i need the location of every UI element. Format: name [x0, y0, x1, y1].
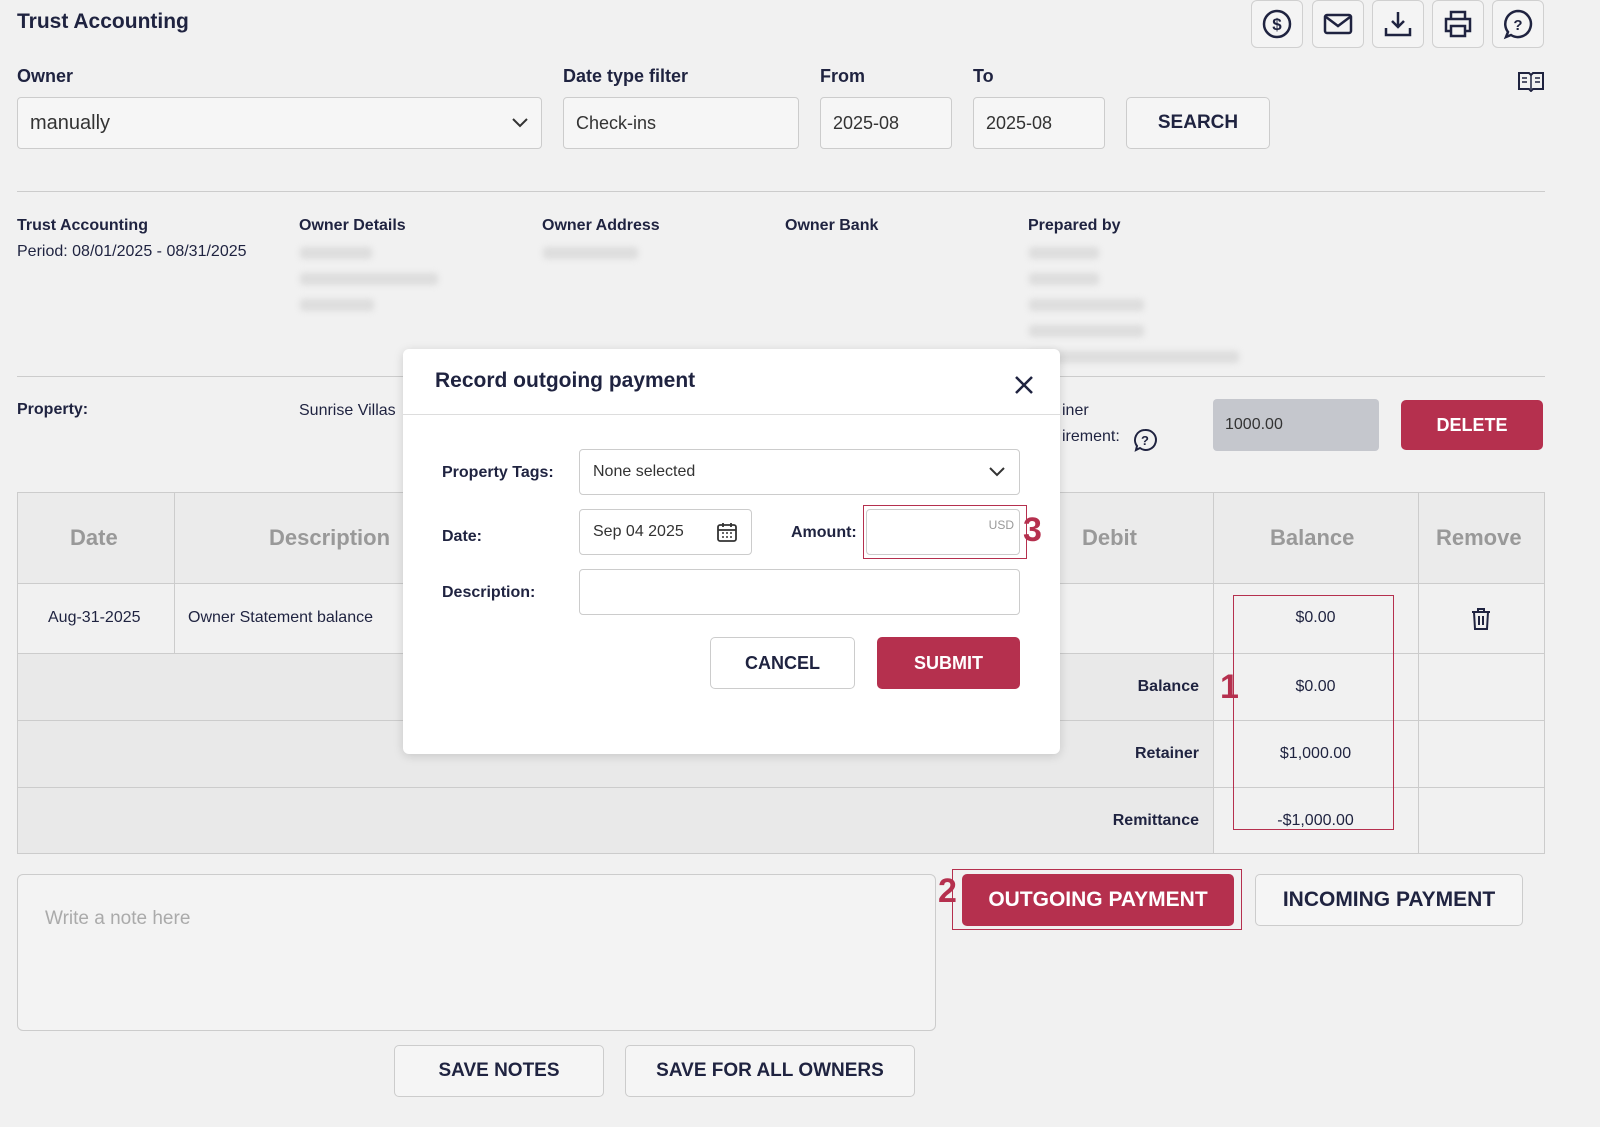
annotation-box-3: [863, 505, 1027, 559]
retainer-label: iner: [1062, 402, 1089, 419]
blurred-preparer: [1029, 273, 1099, 285]
save-all-owners-button[interactable]: SAVE FOR ALL OWNERS: [625, 1045, 915, 1097]
annotation-number-2: 2: [938, 872, 957, 910]
blurred-preparer: [1029, 247, 1099, 259]
header-debit: Debit: [1082, 525, 1137, 550]
remittance-label: Remittance: [1112, 812, 1199, 829]
owner-details-heading: Owner Details: [299, 217, 406, 234]
owner-address-heading: Owner Address: [542, 217, 660, 234]
owner-value: manually: [30, 111, 111, 134]
date-label: Date:: [442, 528, 483, 545]
period-text: Period: 08/01/2025 - 08/31/2025: [17, 243, 247, 260]
divider: [17, 191, 1545, 192]
chevron-down-icon: [512, 118, 528, 128]
trash-icon[interactable]: [1470, 607, 1492, 631]
prepared-by-heading: Prepared by: [1028, 217, 1121, 234]
retainer-label-2: irement:: [1062, 428, 1120, 445]
svg-text:?: ?: [1513, 17, 1522, 34]
calendar-icon[interactable]: [716, 521, 738, 543]
to-label: To: [973, 66, 994, 86]
date-type-select[interactable]: Check-ins: [563, 97, 799, 149]
row-description: Owner Statement balance: [188, 609, 373, 626]
from-input[interactable]: 2025-08: [820, 97, 952, 149]
owner-bank-heading: Owner Bank: [785, 217, 879, 234]
property-value: Sunrise Villas: [299, 402, 396, 419]
print-icon: [1444, 10, 1472, 38]
notes-textarea[interactable]: Write a note here: [17, 874, 936, 1031]
submit-button[interactable]: SUBMIT: [877, 637, 1020, 689]
record-outgoing-payment-modal: Record outgoing payment Property Tags: N…: [403, 349, 1060, 754]
property-tags-label: Property Tags:: [442, 464, 554, 481]
help-chat-icon: ?: [1503, 9, 1533, 40]
svg-text:$: $: [1272, 15, 1282, 34]
print-button[interactable]: [1432, 0, 1484, 48]
property-label: Property:: [17, 401, 89, 418]
help-icon[interactable]: ?: [1133, 428, 1157, 452]
book-icon[interactable]: [1517, 70, 1545, 92]
download-icon: [1384, 12, 1412, 37]
header-balance: Balance: [1270, 525, 1355, 550]
search-button[interactable]: SEARCH: [1126, 97, 1270, 149]
page-title: Trust Accounting: [17, 10, 189, 33]
amount-label: Amount:: [791, 524, 857, 541]
mail-icon: [1323, 13, 1353, 35]
description-label: Description:: [442, 584, 536, 601]
close-icon[interactable]: [1013, 374, 1035, 396]
total-balance-label: Balance: [1137, 678, 1199, 695]
chevron-down-icon: [989, 467, 1005, 477]
dollar-button[interactable]: $: [1251, 0, 1303, 48]
modal-title: Record outgoing payment: [435, 369, 696, 392]
delete-button[interactable]: DELETE: [1401, 400, 1543, 450]
blurred-owner-address: [543, 247, 638, 259]
date-type-label: Date type filter: [563, 66, 689, 86]
owner-label: Owner: [17, 66, 74, 86]
header-description: Description: [269, 525, 391, 550]
svg-text:?: ?: [1141, 433, 1149, 448]
dollar-icon: $: [1262, 9, 1292, 39]
blurred-preparer: [1029, 299, 1144, 311]
trust-accounting-heading: Trust Accounting: [17, 217, 148, 234]
email-button[interactable]: [1312, 0, 1364, 48]
to-input[interactable]: 2025-08: [973, 97, 1105, 149]
help-button[interactable]: ?: [1492, 0, 1544, 48]
from-label: From: [820, 66, 865, 86]
blurred-owner-name: [300, 247, 372, 259]
download-button[interactable]: [1372, 0, 1424, 48]
notes-placeholder: Write a note here: [45, 908, 191, 929]
description-input[interactable]: [579, 569, 1020, 615]
annotation-number-3: 3: [1023, 511, 1042, 549]
retainer-input[interactable]: 1000.00: [1213, 399, 1379, 451]
header-remove: Remove: [1436, 525, 1522, 550]
blurred-owner-phone: [300, 299, 374, 311]
outgoing-payment-button[interactable]: OUTGOING PAYMENT: [962, 874, 1234, 926]
header-date: Date: [70, 525, 118, 550]
date-input[interactable]: Sep 04 2025: [579, 509, 752, 555]
save-notes-button[interactable]: SAVE NOTES: [394, 1045, 604, 1097]
annotation-number-1: 1: [1220, 668, 1239, 706]
incoming-payment-button[interactable]: INCOMING PAYMENT: [1255, 874, 1523, 926]
owner-select[interactable]: manually: [17, 97, 542, 149]
retainer-total-label: Retainer: [1134, 745, 1199, 762]
property-tags-value: None selected: [593, 463, 696, 480]
blurred-preparer: [1029, 325, 1144, 337]
property-tags-select[interactable]: None selected: [579, 449, 1020, 495]
annotation-box-1: [1233, 595, 1394, 830]
blurred-preparer: [1029, 351, 1239, 363]
date-value: Sep 04 2025: [593, 523, 684, 540]
cancel-button[interactable]: CANCEL: [710, 637, 855, 689]
blurred-owner-email: [300, 273, 438, 285]
row-date: Aug-31-2025: [48, 609, 141, 626]
